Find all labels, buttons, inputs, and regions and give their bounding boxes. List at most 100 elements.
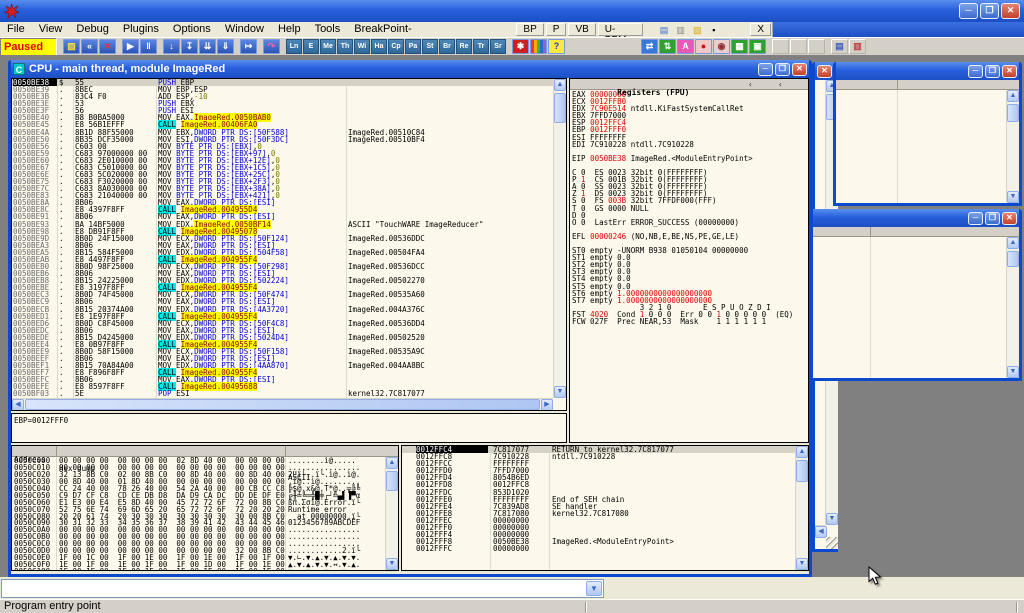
spiral-button[interactable]: ◉ xyxy=(713,39,730,54)
stack-pane[interactable]: 0012FFC47C817077RETURN to kernel32.7C817… xyxy=(401,445,809,571)
scrollbar-thumb[interactable] xyxy=(1007,251,1019,267)
close-icon[interactable]: ✕ xyxy=(1002,65,1017,78)
register-line[interactable]: O 0 LastErr ERROR_SUCCESS (00000000) xyxy=(572,219,808,226)
maximize-icon[interactable]: ❐ xyxy=(775,63,790,76)
menu-item-breakpoint[interactable]: BreakPoint-> xyxy=(347,22,423,37)
close-button[interactable]: ✕ xyxy=(1001,3,1020,19)
doc-blue-icon[interactable]: ▤ xyxy=(657,23,672,36)
pane-button-ha[interactable]: Ha xyxy=(371,39,387,54)
scroll-down-icon[interactable]: ▼ xyxy=(386,558,398,570)
scrollbar-thumb[interactable] xyxy=(386,471,398,491)
window-button[interactable]: ▣ xyxy=(749,39,766,54)
column-header-row[interactable]: Comment xyxy=(813,227,1019,237)
scroll-left-icon[interactable]: ◀ xyxy=(12,399,24,411)
disasm-row[interactable]: 0050BEC3.8B0D 74F45000MOV ECX,DWORD PTR … xyxy=(12,291,553,298)
assembler-button[interactable]: A xyxy=(677,39,694,54)
disassembly-hscrollbar[interactable]: ◀ ▶ xyxy=(12,398,553,410)
disassembly-pane[interactable]: 0050BE38$55PUSH EBP0050BE39.8BECMOV EBP,… xyxy=(11,78,567,411)
column-header-row[interactable]: Comment xyxy=(836,80,1019,90)
minimize-button[interactable]: ─ xyxy=(959,3,978,19)
animate-into-button[interactable]: ⇊ xyxy=(199,39,216,54)
pane-button-sr[interactable]: Sr xyxy=(490,39,506,54)
close-icon[interactable]: ✕ xyxy=(792,63,807,76)
scroll-up-icon[interactable]: ▲ xyxy=(554,79,566,91)
registers-list[interactable]: EAX 00000000ECX 0012FFB0EDX 7C90E514 ntd… xyxy=(570,90,808,325)
scrollbar-thumb[interactable] xyxy=(796,460,808,482)
stack-row[interactable]: 0012FFD48054B6ED xyxy=(402,474,795,481)
chevron-left-icon[interactable]: ‹ xyxy=(778,80,783,89)
hexdump-header[interactable]: Address Hex dump ASCII xyxy=(12,446,398,457)
folder-open-icon[interactable]: ▨ xyxy=(690,23,705,36)
disasm-row[interactable]: 0050BEE9.8B0D 58F15000MOV ECX,DWORD PTR … xyxy=(12,348,553,355)
pane-button-wi[interactable]: Wi xyxy=(354,39,370,54)
swap-arrows-button[interactable]: ⇄ xyxy=(641,39,658,54)
scroll-down-icon[interactable]: ▼ xyxy=(1007,191,1019,203)
stack-row[interactable]: 0012FFE0FFFFFFFFEnd of SEH chain xyxy=(402,496,795,503)
close-icon[interactable]: ✕ xyxy=(817,65,832,78)
disassembly-listing[interactable]: 0050BE38$55PUSH EBP0050BE39.8BECMOV EBP,… xyxy=(12,79,553,398)
disasm-row[interactable]: 0050BEFE.E8 8597F8FFCALL ImageRed.004956… xyxy=(12,383,553,390)
scroll-down-icon[interactable]: ▼ xyxy=(554,386,566,398)
disasm-row[interactable]: 0050BEB0.8B0D 98F25000MOV ECX,DWORD PTR … xyxy=(12,263,553,270)
comment-list[interactable] xyxy=(813,237,1006,378)
hexdump-row[interactable]: 0050C1001F 00 1E 00 1F 00 1E 00 1F 00 1E… xyxy=(12,568,385,570)
scroll-up-icon[interactable]: ▲ xyxy=(796,446,808,458)
settings-gear-button[interactable]: ✱ xyxy=(512,39,529,54)
doc-list-button[interactable]: ▤ xyxy=(831,39,848,54)
disasm-row[interactable]: 0050BE3E.53PUSH EBX xyxy=(12,100,553,107)
scroll-down-icon[interactable]: ▼ xyxy=(796,558,808,570)
menubar-button-vb[interactable]: VB xyxy=(568,23,595,36)
stack-row[interactable]: 0012FFF80050BE38ImageRed.<ModuleEntryPoi… xyxy=(402,538,795,545)
stack-listing[interactable]: 0012FFC47C817077RETURN to kernel32.7C817… xyxy=(402,446,795,570)
minimize-icon[interactable]: ─ xyxy=(758,63,773,76)
pane-button-br[interactable]: Br xyxy=(439,39,455,54)
breakpoint-dot-button[interactable]: ● xyxy=(695,39,712,54)
disasm-row[interactable]: 0050BE8C.E8 4397F8FFCALL ImageRed.004955… xyxy=(12,206,553,213)
stack-row[interactable]: 0012FFEC00000000 xyxy=(402,517,795,524)
minimize-icon[interactable]: ─ xyxy=(968,65,983,78)
pane-button-pa[interactable]: Pa xyxy=(405,39,421,54)
menu-item-tools[interactable]: Tools xyxy=(308,22,348,37)
comment-window-middle[interactable]: ─ ❐ ✕ Comment ▲ ▼ xyxy=(810,209,1022,381)
empty-button[interactable] xyxy=(808,39,825,54)
menu-item-help[interactable]: Help xyxy=(271,22,308,37)
chevron-left-icon[interactable]: ‹ xyxy=(748,80,753,89)
hit-trace-button[interactable]: ▦ xyxy=(731,39,748,54)
stack-row[interactable]: 0012FFD07FFD7000 xyxy=(402,467,795,474)
resize-grip[interactable] xyxy=(826,537,838,549)
registers-pane[interactable]: Registers (FPU) ‹ ‹ EAX 00000000ECX 0012… xyxy=(569,78,809,443)
stack-row[interactable]: 0012FFD80012FFC8 xyxy=(402,481,795,488)
disasm-row[interactable]: 0050BE9D.8B0D 24F15000MOV ECX,DWORD PTR … xyxy=(12,235,553,242)
menubar-button-p[interactable]: P xyxy=(546,23,567,36)
disassembly-vscrollbar[interactable]: ▲ ▼ xyxy=(553,79,566,398)
animate-over-button[interactable]: ⇓ xyxy=(217,39,234,54)
go-to-address-button[interactable]: ↷ xyxy=(263,39,280,54)
menu-item-view[interactable]: View xyxy=(32,22,70,37)
register-line[interactable]: T 0 GS 0000 NULL xyxy=(572,205,808,212)
hexdump-pane[interactable]: Address Hex dump ASCII 0050C00000 00 00 … xyxy=(11,445,399,571)
empty-button[interactable] xyxy=(772,39,789,54)
comment-list[interactable] xyxy=(836,90,1006,203)
pane-button-e[interactable]: E xyxy=(303,39,319,54)
maximize-icon[interactable]: ❐ xyxy=(985,212,1000,225)
registers-header[interactable]: Registers (FPU) ‹ ‹ xyxy=(570,79,808,90)
stack-row[interactable]: 0012FFC87C910228ntdll.7C910228 xyxy=(402,453,795,460)
disasm-row[interactable]: 0050BE38$55PUSH EBP xyxy=(12,79,553,86)
maximize-icon[interactable]: ❐ xyxy=(985,65,1000,78)
updown-arrows-button[interactable]: ⇅ xyxy=(659,39,676,54)
scroll-up-icon[interactable]: ▲ xyxy=(386,457,398,469)
pane-button-th[interactable]: Th xyxy=(337,39,353,54)
close-icon[interactable]: ✕ xyxy=(1002,212,1017,225)
command-combobox[interactable]: ▼ xyxy=(1,579,604,598)
empty-button[interactable] xyxy=(790,39,807,54)
pane-button-st[interactable]: St xyxy=(422,39,438,54)
scroll-down-icon[interactable]: ▼ xyxy=(1007,366,1019,378)
restart-button[interactable]: « xyxy=(81,39,98,54)
comment-window-top[interactable]: ─ ❐ ✕ Comment ▲ ▼ xyxy=(833,62,1022,206)
register-line[interactable]: FCW 027F Prec NEAR,53 Mask 1 1 1 1 1 1 xyxy=(572,318,808,325)
scroll-down-icon[interactable]: ▼ xyxy=(826,513,838,525)
pane-button-re[interactable]: Re xyxy=(456,39,472,54)
hexdump-scrollbar[interactable]: ▲ ▼ xyxy=(385,457,398,570)
open-file-button[interactable]: ▨ xyxy=(63,39,80,54)
pane-button-cp[interactable]: Cp xyxy=(388,39,404,54)
